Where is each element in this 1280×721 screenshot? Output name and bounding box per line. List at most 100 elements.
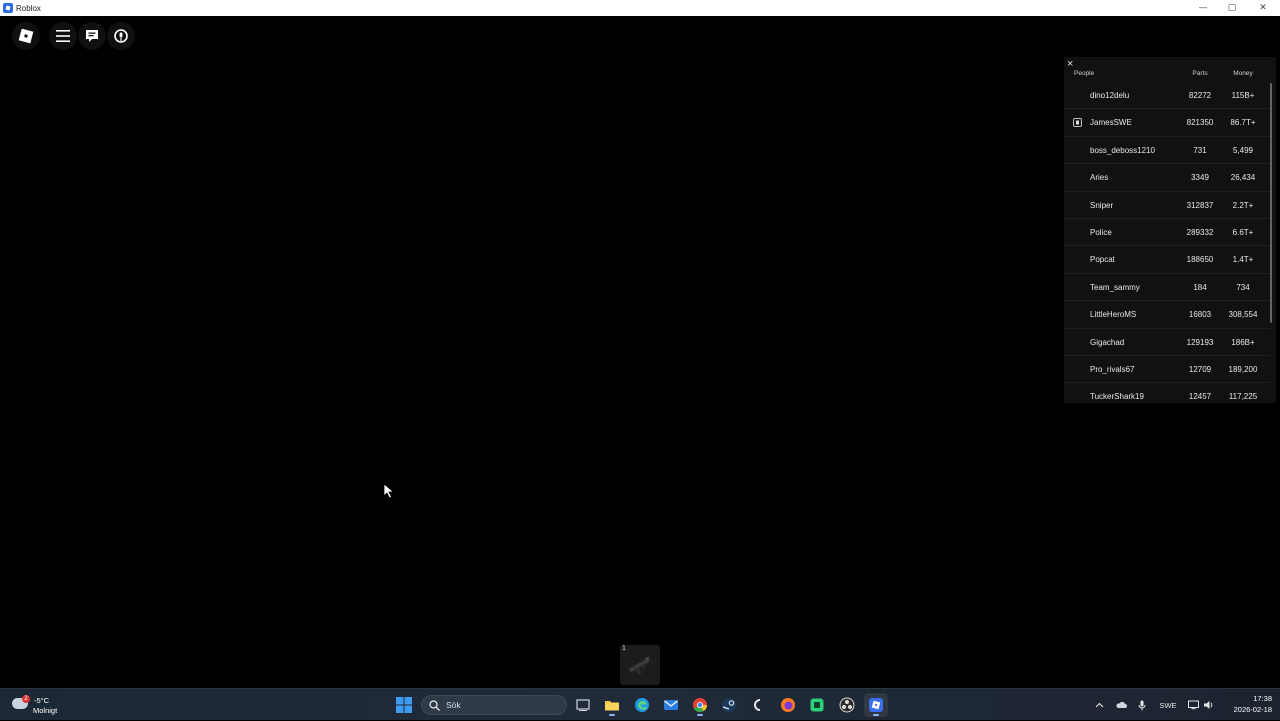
player-row[interactable]: LittleHeroMS 16803 308,554 [1064, 301, 1270, 329]
file-explorer-button[interactable] [600, 693, 624, 717]
player-row[interactable]: Aries 3349 26,434 [1064, 164, 1270, 192]
hamburger-menu-button[interactable] [49, 22, 77, 50]
chat-button[interactable] [78, 22, 106, 50]
player-name: Gigachad [1090, 337, 1125, 347]
player-parts: 82272 [1188, 91, 1212, 100]
player-row[interactable]: Popcat 188650 1.4T+ [1064, 246, 1270, 274]
hotbar-slot-number: 1 [622, 645, 626, 652]
close-window-button[interactable]: ✕ [1248, 0, 1278, 16]
player-parts: 731 [1193, 145, 1207, 155]
friend-icon [1073, 118, 1082, 128]
player-money: 5,499 [1232, 145, 1254, 155]
player-row[interactable]: Team_sammy 184 734 [1064, 274, 1270, 302]
player-money: 186B+ [1231, 337, 1255, 347]
player-parts: 184 [1193, 282, 1207, 292]
player-parts: 129193 [1186, 337, 1214, 347]
header-people: People [1074, 70, 1095, 77]
steam-icon [722, 698, 736, 712]
steam-button[interactable] [717, 693, 741, 717]
running-indicator [609, 714, 615, 716]
player-name: JamesSWE [1090, 118, 1132, 128]
onedrive-icon[interactable] [1113, 689, 1129, 721]
clock-time: 17:38 [1253, 694, 1272, 703]
roblox-icon [869, 698, 883, 712]
player-parts: 312837 [1186, 200, 1214, 210]
roblox-taskbar-button[interactable] [864, 693, 888, 717]
chrome-button[interactable] [688, 693, 712, 717]
player-list-close-icon[interactable]: × [1067, 58, 1073, 70]
windows-taskbar: 2 -5°C Molnigt Sök SWE 17:38 2026-02-18 [0, 688, 1280, 720]
green-app-icon [810, 698, 824, 712]
player-parts: 188650 [1186, 255, 1214, 265]
minimize-button[interactable]: — [1188, 0, 1218, 16]
clock-date: 2026-02-18 [1233, 705, 1272, 714]
player-name: Team_sammy [1090, 282, 1140, 292]
player-row[interactable]: Sniper 312837 2.2T+ [1064, 192, 1270, 219]
player-list-header: People Parts Money [1064, 70, 1276, 80]
player-money: 1.4T+ [1232, 255, 1254, 265]
player-row[interactable]: boss_deboss1210 731 5,499 [1064, 137, 1270, 165]
volume-icon[interactable] [1201, 689, 1215, 721]
player-money: 86.7T+ [1230, 118, 1256, 128]
player-row[interactable]: dino12delu 82272 115B+ [1064, 82, 1270, 110]
chrome-icon [693, 698, 708, 713]
weather-widget[interactable]: 2 -5°C Molnigt [12, 693, 72, 717]
mail-button[interactable] [659, 693, 683, 717]
weather-badge: 2 [22, 695, 30, 703]
player-money: 189,200 [1228, 364, 1258, 374]
voice-icon [114, 29, 128, 43]
player-row[interactable]: Pro_rivals67 12709 189,200 [1064, 356, 1270, 384]
player-money: 26,434 [1230, 173, 1256, 183]
android-studio-button[interactable] [805, 693, 829, 717]
launcher-icon [754, 699, 761, 711]
player-name: Pro_rivals67 [1090, 364, 1135, 374]
epic-launcher-button[interactable] [746, 693, 770, 717]
player-name: boss_deboss1210 [1090, 145, 1155, 155]
player-list-scrollbar[interactable] [1270, 83, 1272, 323]
player-money: 734 [1236, 282, 1250, 292]
running-indicator [873, 714, 879, 716]
player-row[interactable]: TuckerShark19 12457 117,225 [1064, 383, 1270, 403]
weather-temperature: -5°C [34, 696, 50, 705]
player-parts: 3349 [1191, 173, 1209, 183]
window-title: Roblox [16, 3, 41, 13]
header-money: Money [1233, 70, 1253, 77]
search-icon [429, 700, 440, 711]
task-view-button[interactable] [571, 693, 595, 717]
tray-overflow-chevron-up-icon[interactable] [1092, 689, 1106, 721]
player-parts: 12457 [1188, 392, 1212, 402]
player-row[interactable]: Gigachad 129193 186B+ [1064, 329, 1270, 356]
taskbar-clock[interactable]: 17:38 2026-02-18 [1222, 693, 1272, 715]
player-parts: 16803 [1188, 310, 1212, 320]
player-name: dino12delu [1090, 91, 1130, 100]
player-name: LittleHeroMS [1090, 310, 1137, 320]
roblox-menu-button[interactable] [12, 22, 40, 50]
maximize-button[interactable]: ▢ [1217, 0, 1247, 16]
taskbar-search-box[interactable]: Sök [421, 695, 567, 715]
obs-button[interactable] [835, 693, 859, 717]
player-row[interactable]: Police 289332 6.6T+ [1064, 219, 1270, 247]
weather-condition: Molnigt [33, 706, 58, 715]
gun-icon [628, 656, 651, 676]
chat-icon [86, 30, 98, 42]
network-icon[interactable] [1186, 689, 1200, 721]
firefox-button[interactable] [776, 693, 800, 717]
windows-logo-icon [396, 697, 412, 713]
input-language-indicator[interactable]: SWE [1156, 689, 1180, 721]
edge-button[interactable] [630, 693, 654, 717]
hotbar-slot-1[interactable]: 1 [620, 645, 660, 685]
player-money: 308,554 [1228, 310, 1258, 320]
player-row[interactable]: JamesSWE 821350 86.7T+ [1064, 109, 1270, 137]
microphone-icon[interactable] [1135, 689, 1149, 721]
player-list-rows: dino12delu 82272 115B+ JamesSWE 821350 86.7T+… [1064, 82, 1270, 403]
voice-chat-button[interactable] [107, 22, 135, 50]
roblox-app-icon [3, 3, 13, 13]
search-placeholder: Sök [446, 700, 461, 710]
firefox-icon [781, 698, 795, 712]
player-list: × People Parts Money dino12delu 82272 115B… [1064, 57, 1276, 403]
start-button[interactable] [392, 693, 416, 717]
player-name: Sniper [1090, 200, 1114, 210]
roblox-logo-icon [18, 28, 34, 44]
player-name: Popcat [1090, 255, 1115, 265]
header-parts: Parts [1192, 70, 1208, 77]
